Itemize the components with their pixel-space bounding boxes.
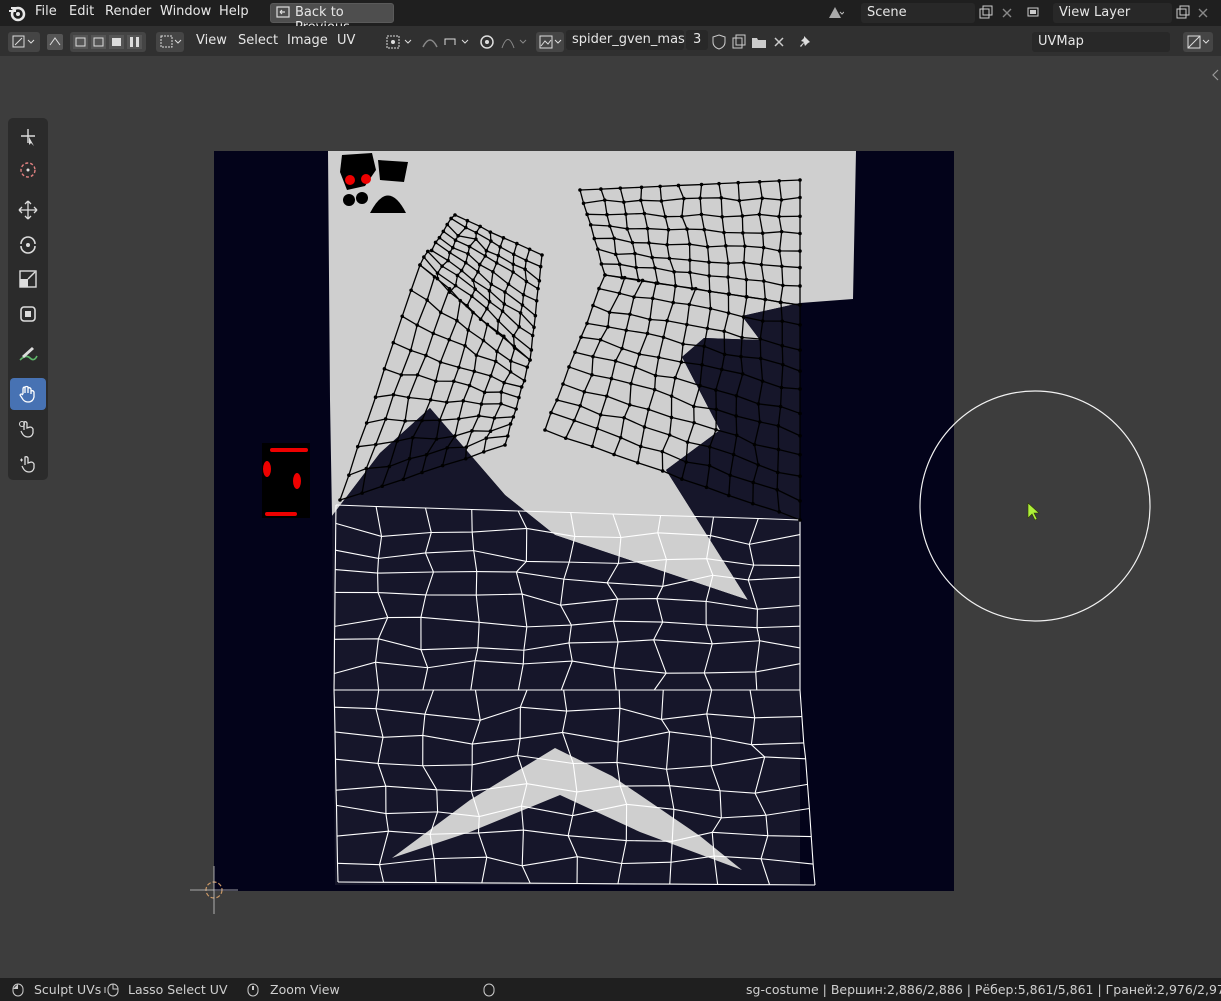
annotate-icon xyxy=(19,347,38,361)
menu-help[interactable]: Help xyxy=(219,4,249,19)
image-name-field[interactable]: spider_gven_mas.. xyxy=(566,30,693,50)
tool-transform[interactable] xyxy=(10,298,46,330)
right-mouse-icon xyxy=(104,983,119,997)
select-box-icon xyxy=(21,129,35,146)
tool-annotate[interactable] xyxy=(10,338,46,370)
status-right-mouse-label: Lasso Select UV xyxy=(128,982,228,997)
tool-shelf xyxy=(8,118,48,480)
status-bar: Sculpt UVs Lasso Select UV Zoom View sg-… xyxy=(0,978,1221,1001)
uv-editor-icon xyxy=(12,35,35,48)
editor-type-button[interactable] xyxy=(8,32,40,52)
remove-scene-icon[interactable] xyxy=(998,4,1016,22)
overlay-icon xyxy=(1187,35,1210,49)
mouse-icon xyxy=(483,983,495,997)
move-icon xyxy=(18,200,38,220)
uv-viewport[interactable] xyxy=(0,56,1221,978)
sticky-selection-icon xyxy=(160,35,182,48)
status-left-mouse-label: Sculpt UVs xyxy=(34,982,102,997)
left-mouse-icon xyxy=(12,983,24,997)
pinch-hand-icon xyxy=(20,456,35,473)
open-image-folder-icon[interactable] xyxy=(751,34,767,50)
duplicate-view-layer-icon[interactable] xyxy=(1174,4,1192,22)
remove-view-layer-icon[interactable] xyxy=(1194,4,1212,22)
relax-hand-icon xyxy=(19,421,34,438)
tool-move[interactable] xyxy=(10,194,46,226)
menu-edit[interactable]: Edit xyxy=(69,4,94,19)
pin-icon[interactable] xyxy=(797,33,815,51)
menu-file[interactable]: File xyxy=(35,4,57,19)
image-browse-button[interactable] xyxy=(536,32,564,52)
proportional-icon[interactable] xyxy=(420,33,440,51)
fake-user-shield-icon[interactable] xyxy=(711,34,727,50)
duplicate-scene-icon[interactable] xyxy=(977,4,995,22)
screen-back-icon xyxy=(276,6,290,18)
edge-select-icon[interactable] xyxy=(91,35,106,49)
rotate-icon xyxy=(20,236,36,254)
scene-selector-icon[interactable] xyxy=(826,4,844,22)
cursor-icon xyxy=(20,162,36,178)
menu-view[interactable]: View xyxy=(196,33,227,48)
sculpt-brush-circle xyxy=(919,390,1151,622)
island-select-icon[interactable] xyxy=(127,35,142,49)
snap-icon[interactable] xyxy=(442,33,472,51)
status-middle-mouse-label: Zoom View xyxy=(270,982,340,997)
menu-uv[interactable]: UV xyxy=(337,33,355,48)
tool-pinch[interactable] xyxy=(10,448,46,480)
pivot-point-icon[interactable] xyxy=(385,33,415,51)
unlink-image-icon[interactable] xyxy=(771,34,787,50)
mouse-cursor-icon xyxy=(1027,502,1040,521)
scale-icon xyxy=(19,270,37,288)
tool-rotate[interactable] xyxy=(10,228,46,260)
menu-render[interactable]: Render xyxy=(105,4,151,19)
tool-select-box[interactable] xyxy=(10,120,46,152)
face-select-icon[interactable] xyxy=(109,35,124,49)
middle-mouse-icon xyxy=(247,983,259,997)
image-icon xyxy=(539,35,562,49)
tool-relax[interactable] xyxy=(10,413,46,445)
uv-canvas[interactable] xyxy=(0,56,1221,978)
sync-selection-icon[interactable] xyxy=(46,33,64,51)
menu-window[interactable]: Window xyxy=(160,4,211,19)
vertex-select-icon[interactable] xyxy=(73,35,88,49)
selection-mode-group xyxy=(70,32,146,52)
tool-grab[interactable] xyxy=(10,378,46,410)
tool-scale[interactable] xyxy=(10,263,46,295)
tool-cursor[interactable] xyxy=(10,154,46,186)
menu-image[interactable]: Image xyxy=(287,33,328,48)
transform-icon xyxy=(20,306,36,322)
grab-hand-icon xyxy=(19,385,35,403)
proportional-edit-icon[interactable] xyxy=(478,33,496,51)
overlays-dropdown[interactable] xyxy=(1183,32,1213,52)
view-layer-field[interactable]: View Layer xyxy=(1053,3,1172,23)
texture-red-marks xyxy=(262,443,310,518)
new-image-icon[interactable] xyxy=(731,34,747,50)
scene-field[interactable]: Scene xyxy=(861,3,975,23)
scene-statistics: sg-costume | Вершин:2,886/2,886 | Рёбер:… xyxy=(746,982,1221,997)
falloff-icon[interactable] xyxy=(500,33,530,51)
sticky-selection-dropdown[interactable] xyxy=(156,32,184,52)
menu-select[interactable]: Select xyxy=(238,33,278,48)
top-bar: File Edit Render Window Help Back to Pre… xyxy=(0,0,1221,35)
uv-editor-header: View Select Image UV spider_gven_mas.. 3… xyxy=(0,26,1221,56)
view-layer-selector-icon[interactable] xyxy=(1026,4,1044,22)
uv-map-field[interactable]: UVMap xyxy=(1032,32,1170,52)
back-to-previous-button[interactable]: Back to Previous xyxy=(270,3,394,35)
sidebar-toggle-icon[interactable] xyxy=(1212,69,1219,81)
image-users-count[interactable]: 3 xyxy=(686,30,708,50)
blender-logo-icon[interactable] xyxy=(8,4,26,22)
